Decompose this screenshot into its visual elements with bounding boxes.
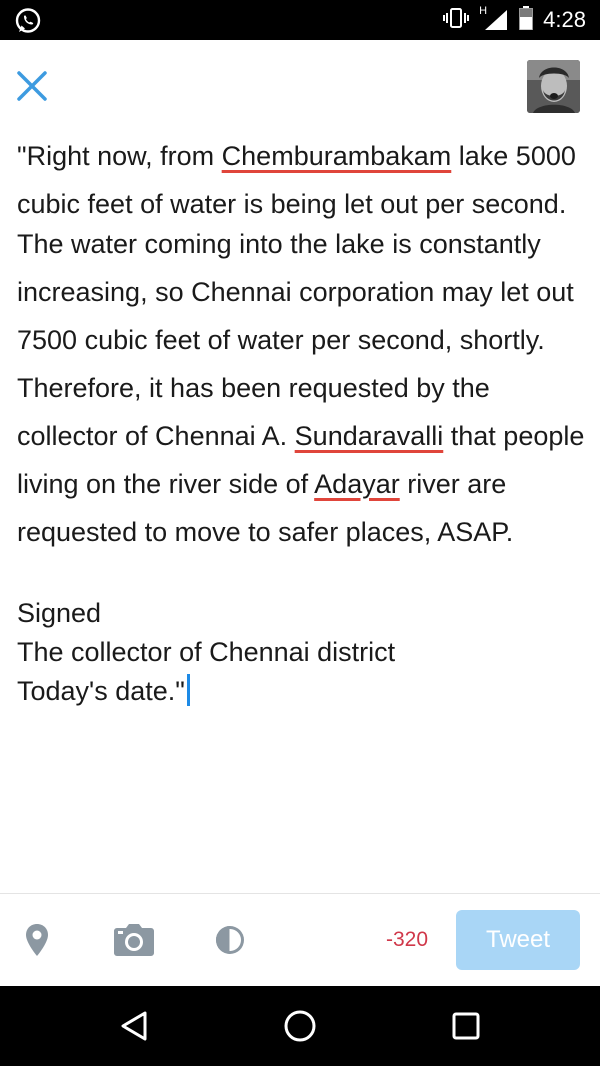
signature-block: Signed The collector of Chennai district… xyxy=(17,594,587,711)
status-icons: H 4:28 xyxy=(443,0,586,40)
close-button[interactable] xyxy=(12,66,52,106)
navigation-bar xyxy=(0,986,600,1066)
vibrate-icon xyxy=(443,7,470,34)
text-cursor xyxy=(186,674,190,706)
location-pin-icon[interactable] xyxy=(24,922,50,958)
tweet-paragraph-2: The water coming into the lake is consta… xyxy=(17,229,585,547)
home-icon[interactable] xyxy=(280,1006,320,1046)
tweet-paragraph-1: "Right now, from Chemburambakam lake 500… xyxy=(17,141,576,219)
compose-header xyxy=(0,40,600,132)
character-count: -320 xyxy=(386,928,429,951)
close-icon xyxy=(17,71,47,101)
date-line: Today's date." xyxy=(17,672,587,711)
poll-icon[interactable] xyxy=(214,922,246,958)
tweet-text-area[interactable]: "Right now, from Chemburambakam lake 500… xyxy=(17,132,587,887)
status-time: 4:28 xyxy=(543,7,586,32)
compose-toolbar: -320 Tweet xyxy=(0,893,600,986)
misspelled-word[interactable]: Adayar xyxy=(314,469,400,499)
whatsapp-icon xyxy=(14,7,42,35)
back-icon[interactable] xyxy=(114,1006,154,1046)
camera-icon[interactable] xyxy=(114,922,154,958)
battery-icon xyxy=(519,5,534,35)
tweet-button[interactable]: Tweet xyxy=(456,910,580,970)
signed-by-line: The collector of Chennai district xyxy=(17,637,396,667)
misspelled-word[interactable]: Sundaravalli xyxy=(295,421,444,451)
avatar[interactable] xyxy=(527,60,580,113)
signed-line: Signed xyxy=(17,598,102,628)
network-type-label: H xyxy=(479,5,488,17)
misspelled-word[interactable]: Chemburambakam xyxy=(222,141,452,171)
signal-icon: H xyxy=(479,5,509,32)
recents-icon[interactable] xyxy=(446,1006,486,1046)
status-bar: H 4:28 xyxy=(0,0,600,40)
